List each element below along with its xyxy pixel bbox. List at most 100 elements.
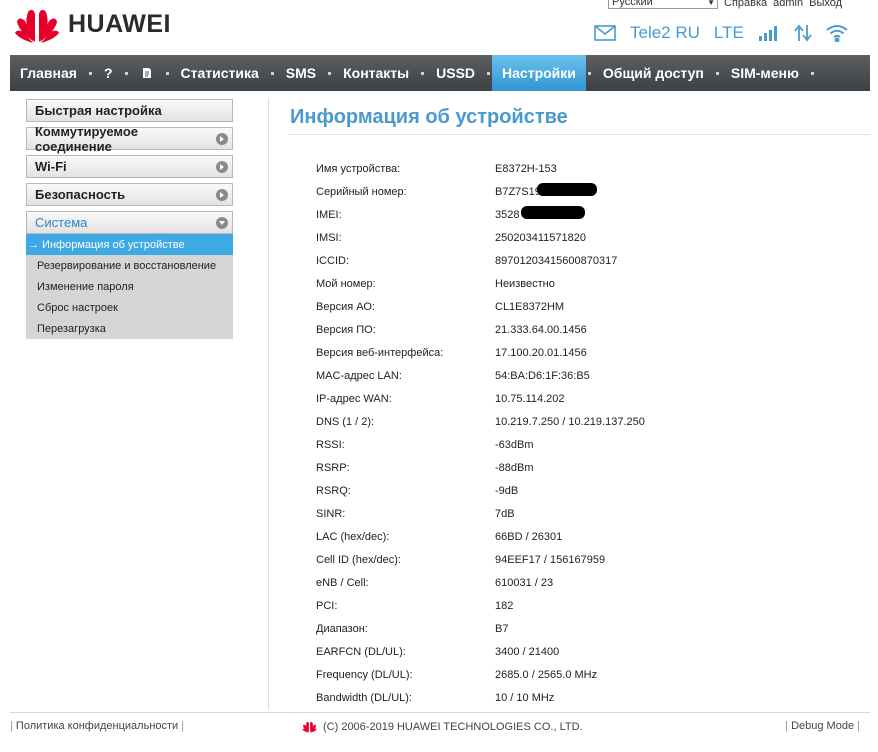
row-value: 17.100.20.01.1456: [495, 346, 587, 359]
footer-left: | Политика конфиденциальности |: [10, 720, 184, 732]
row-value: 10.219.7.250 / 10.219.137.250: [495, 415, 645, 428]
row-value: -88dBm: [495, 461, 534, 474]
row-value: 10 / 10 MHz: [495, 691, 555, 704]
privacy-policy-link[interactable]: Политика конфиденциальности: [16, 720, 178, 732]
table-row: Версия АО: CL1E8372HM: [316, 295, 856, 318]
redaction-mask: [521, 205, 585, 219]
nav-separator: [487, 71, 491, 75]
row-label: SINR:: [316, 507, 346, 520]
nav-separator: [587, 71, 591, 75]
row-value: 2685.0 / 2565.0 MHz: [495, 668, 598, 681]
sidebar-item-label: Wi-Fi: [35, 159, 67, 174]
sidebar-item-quick-setup[interactable]: Быстрая настройка: [26, 99, 233, 122]
row-label: RSRP:: [316, 461, 350, 474]
sidebar-item-security[interactable]: Безопасность: [26, 183, 233, 206]
mail-icon[interactable]: [594, 25, 616, 41]
row-label: Диапазон:: [316, 622, 368, 635]
nav-separator: [715, 71, 719, 75]
sidebar-item-system[interactable]: Система: [26, 211, 233, 234]
submenu-device-info[interactable]: → Информация об устройстве: [26, 234, 233, 255]
copyright-text: (C) 2006-2019 HUAWEI TECHNOLOGIES CO., L…: [323, 720, 583, 733]
footer-separator: |: [178, 720, 185, 732]
sidebar-item-label: Система: [35, 215, 88, 230]
footer-separator: |: [854, 720, 860, 732]
nav-sms[interactable]: SMS: [276, 55, 326, 91]
page-title: Информация об устройстве: [290, 106, 568, 128]
signal-icon: [758, 25, 780, 41]
nav-settings[interactable]: Настройки: [492, 55, 586, 91]
row-label: EARFCN (DL/UL):: [316, 645, 406, 658]
huawei-flower-icon: [15, 9, 59, 43]
huawei-logo: HUAWEI: [14, 4, 171, 44]
row-value: 89701203415600870317: [495, 254, 618, 267]
row-label: IMSI:: [316, 231, 342, 244]
chevron-right-icon: [216, 132, 228, 145]
row-value: CL1E8372HM: [495, 300, 565, 313]
row-label: Frequency (DL/UL):: [316, 668, 413, 681]
row-value: 21.333.64.00.1456: [495, 323, 587, 336]
table-row: LAC (hex/dec): 66BD / 26301: [316, 525, 856, 548]
row-value: Неизвестно: [495, 277, 555, 290]
sidebar: Быстрая настройка Коммутируемое соединен…: [26, 99, 233, 339]
nav-separator: [270, 71, 274, 75]
sidebar-item-dialup[interactable]: Коммутируемое соединение: [26, 124, 233, 154]
row-value: -63dBm: [495, 438, 534, 451]
submenu-factory-reset[interactable]: Сброс настроек: [26, 297, 233, 318]
debug-mode-link[interactable]: Debug Mode: [791, 720, 854, 732]
table-row: MAC-адрес LAN: 54:BA:D6:1F:36:B5: [316, 364, 856, 387]
table-row: IP-адрес WAN: 10.75.114.202: [316, 387, 856, 410]
sidebar-item-wifi[interactable]: Wi-Fi: [26, 155, 233, 178]
submenu-backup-restore[interactable]: Резервирование и восстановление: [26, 255, 233, 276]
logout-link[interactable]: Выход: [809, 0, 842, 9]
brand-name: HUAWEI: [68, 9, 171, 38]
chevron-right-icon: [216, 160, 228, 173]
table-row: Cell ID (hex/dec): 94EEF17 / 156167959: [316, 548, 856, 571]
nav-contacts[interactable]: Контакты: [333, 55, 419, 91]
nav-update[interactable]: [130, 55, 164, 91]
footer-divider: [10, 712, 870, 713]
table-row: eNB / Cell: 610031 / 23: [316, 571, 856, 594]
top-links: Русский ▼ Справка admin Выход: [608, 0, 842, 9]
table-row: ICCID: 89701203415600870317: [316, 249, 856, 272]
row-label: Cell ID (hex/dec):: [316, 553, 401, 566]
table-row: Мой номер: Неизвестно: [316, 272, 856, 295]
table-row: RSRP: -88dBm: [316, 456, 856, 479]
row-value: B7: [495, 622, 509, 635]
row-value: 182: [495, 599, 514, 612]
table-row: Frequency (DL/UL): 2685.0 / 2565.0 MHz: [316, 663, 856, 686]
footer-copyright: (C) 2006-2019 HUAWEI TECHNOLOGIES CO., L…: [302, 720, 583, 733]
sidebar-item-label: Безопасность: [35, 187, 126, 202]
nav-home[interactable]: Главная: [10, 55, 87, 91]
footer-right: | Debug Mode |: [785, 720, 860, 732]
nav-separator: [88, 71, 92, 75]
row-label: Версия ПО:: [316, 323, 376, 336]
language-select[interactable]: Русский ▼: [608, 0, 718, 9]
submenu-change-password[interactable]: Изменение пароля: [26, 276, 233, 297]
row-label: Имя устройства:: [316, 162, 401, 175]
nav-ussd[interactable]: USSD: [426, 55, 485, 91]
nav-help[interactable]: ?: [94, 55, 123, 91]
nav-sim-menu[interactable]: SIM-меню: [721, 55, 809, 91]
row-label: Bandwidth (DL/UL):: [316, 691, 412, 704]
row-value: 94EEF17 / 156167959: [495, 553, 606, 566]
network-type: LTE: [713, 23, 744, 42]
help-link[interactable]: Справка: [724, 0, 767, 9]
user-name: admin: [773, 0, 804, 9]
nav-separator: [328, 71, 332, 75]
row-value: 54:BA:D6:1F:36:B5: [495, 369, 590, 382]
row-label: Версия АО:: [316, 300, 375, 313]
huawei-flower-icon: [302, 721, 317, 733]
wifi-icon: [826, 24, 848, 42]
system-submenu: → Информация об устройстве Резервировани…: [26, 234, 233, 339]
row-label: eNB / Cell:: [316, 576, 369, 589]
nav-statistics[interactable]: Статистика: [171, 55, 269, 91]
nav-separator: [165, 71, 169, 75]
language-value: Русский: [612, 0, 653, 8]
nav-separator: [124, 71, 128, 75]
nav-separator: [810, 71, 814, 75]
nav-sharing[interactable]: Общий доступ: [593, 55, 714, 91]
table-row: Имя устройства: E8372H-153: [316, 157, 856, 180]
row-value: E8372H-153: [495, 162, 557, 175]
operator-name: Tele2 RU: [630, 23, 700, 42]
submenu-reboot[interactable]: Перезагрузка: [26, 318, 233, 339]
